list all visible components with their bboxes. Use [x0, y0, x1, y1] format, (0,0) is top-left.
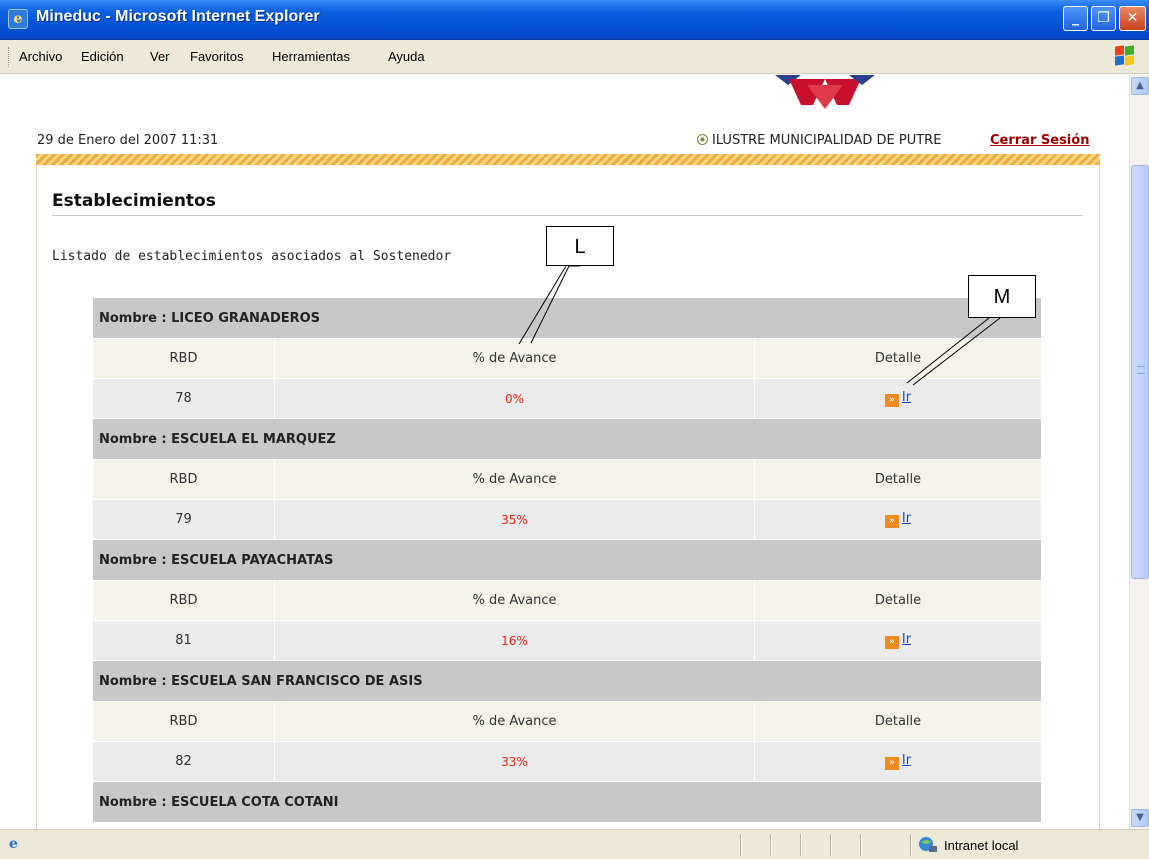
detalle-cell: » Ir	[754, 378, 1042, 419]
rbd-cell: 79	[92, 499, 275, 540]
avance-cell: 0%	[274, 378, 755, 419]
double-arrow-icon[interactable]: »	[884, 515, 899, 528]
avance-cell: 16%	[274, 620, 755, 661]
table-row: 81 16% » Ir	[92, 620, 1042, 661]
column-header-row: RBD % de Avance Detalle	[92, 580, 1042, 621]
restore-button[interactable]: ❐	[1091, 6, 1116, 31]
avance-cell: 33%	[274, 741, 755, 782]
column-header-row: RBD % de Avance Detalle	[92, 701, 1042, 742]
title-divider	[52, 215, 1083, 216]
logout-link[interactable]: Cerrar Sesión	[990, 133, 1089, 148]
windows-logo-icon	[1115, 45, 1135, 66]
avance-header: % de Avance	[274, 459, 755, 500]
status-separator	[740, 834, 741, 856]
establishment-name: Nombre : LICEO GRANADEROS	[92, 297, 1042, 339]
detalle-header: Detalle	[754, 701, 1042, 742]
avance-header: % de Avance	[274, 338, 755, 379]
rbd-header: RBD	[92, 580, 275, 621]
window-title: Mineduc - Microsoft Internet Explorer	[36, 8, 320, 25]
menu-edicion[interactable]: Edición	[81, 49, 124, 64]
toolbar-grip[interactable]	[8, 47, 11, 67]
establishment-name-row: Nombre : ESCUELA COTA COTANI	[92, 781, 1042, 823]
close-button[interactable]: ✕	[1119, 6, 1146, 31]
detalle-cell: » Ir	[754, 620, 1042, 661]
detalle-header: Detalle	[754, 338, 1042, 379]
page-viewport[interactable]: 29 de Enero del 2007 11:31 ILUSTRE MUNIC…	[0, 75, 1129, 829]
rbd-header: RBD	[92, 701, 275, 742]
establishment-name-row: Nombre : ESCUELA SAN FRANCISCO DE ASIS	[92, 660, 1042, 702]
rbd-cell: 82	[92, 741, 275, 782]
ir-link[interactable]: Ir	[902, 390, 911, 405]
establishment-name-row: Nombre : ESCUELA PAYACHATAS	[92, 539, 1042, 581]
ie-icon: e	[8, 9, 28, 29]
detalle-cell: » Ir	[754, 741, 1042, 782]
double-arrow-icon[interactable]: »	[884, 757, 899, 770]
status-separator	[860, 834, 861, 856]
rbd-header: RBD	[92, 338, 275, 379]
menu-herramientas[interactable]: Herramientas	[272, 49, 350, 64]
double-arrow-icon[interactable]: »	[884, 394, 899, 407]
double-arrow-icon[interactable]: »	[884, 636, 899, 649]
rbd-header: RBD	[92, 459, 275, 500]
thumb-grip-icon	[1137, 366, 1145, 374]
ir-link[interactable]: Ir	[902, 511, 911, 526]
ir-link[interactable]: Ir	[902, 753, 911, 768]
menu-bar: Archivo Edición Ver Favoritos Herramient…	[0, 40, 1149, 74]
rbd-cell: 81	[92, 620, 275, 661]
status-separator	[910, 834, 911, 856]
current-datetime: 29 de Enero del 2007 11:31	[37, 133, 219, 148]
ir-link[interactable]: Ir	[902, 632, 911, 647]
security-zone-label: Intranet local	[944, 838, 1019, 853]
establishment-name: Nombre : ESCUELA SAN FRANCISCO DE ASIS	[92, 660, 1042, 702]
minimize-button[interactable]: _	[1063, 6, 1088, 31]
window-title-bar[interactable]: e Mineduc - Microsoft Internet Explorer …	[0, 0, 1149, 40]
scrollbar-thumb[interactable]	[1131, 165, 1149, 579]
status-separator	[800, 834, 801, 856]
status-separator	[770, 834, 771, 856]
status-bar: e Intranet local	[0, 829, 1149, 859]
scroll-down-arrow-icon[interactable]: ▼	[1131, 809, 1149, 827]
table-row: 79 35% » Ir	[92, 499, 1042, 540]
mineduc-logo	[775, 75, 875, 109]
page-status-icon: e	[9, 836, 18, 852]
menu-archivo[interactable]: Archivo	[19, 49, 62, 64]
establishments-table: Nombre : LICEO GRANADEROS RBD % de Avanc…	[92, 297, 1042, 823]
establishment-name: Nombre : ESCUELA PAYACHATAS	[92, 539, 1042, 581]
detalle-cell: » Ir	[754, 499, 1042, 540]
avance-header: % de Avance	[274, 580, 755, 621]
menu-favoritos[interactable]: Favoritos	[190, 49, 243, 64]
establishment-name: Nombre : ESCUELA COTA COTANI	[92, 781, 1042, 823]
table-row: 78 0% » Ir	[92, 378, 1042, 419]
menu-ayuda[interactable]: Ayuda	[388, 49, 425, 64]
page-subtitle: Listado de establecimientos asociados al…	[52, 249, 452, 264]
page-title: Establecimientos	[52, 191, 216, 211]
column-header-row: RBD % de Avance Detalle	[92, 338, 1042, 379]
municipality-name: ILUSTRE MUNICIPALIDAD DE PUTRE	[712, 133, 942, 148]
establishment-name: Nombre : ESCUELA EL MARQUEZ	[92, 418, 1042, 460]
avance-header: % de Avance	[274, 701, 755, 742]
detalle-header: Detalle	[754, 580, 1042, 621]
establishment-name-row: Nombre : LICEO GRANADEROS	[92, 297, 1042, 339]
municipality-label: ILUSTRE MUNICIPALIDAD DE PUTRE	[697, 133, 941, 148]
column-header-row: RBD % de Avance Detalle	[92, 459, 1042, 500]
vertical-scrollbar[interactable]: ▲ ▼	[1129, 75, 1149, 829]
rbd-cell: 78	[92, 378, 275, 419]
scroll-up-arrow-icon[interactable]: ▲	[1131, 77, 1149, 95]
intranet-icon	[919, 837, 937, 852]
header-stripe	[36, 154, 1100, 165]
status-separator	[830, 834, 831, 856]
establishment-name-row: Nombre : ESCUELA EL MARQUEZ	[92, 418, 1042, 460]
menu-ver[interactable]: Ver	[150, 49, 170, 64]
table-row: 82 33% » Ir	[92, 741, 1042, 782]
avance-cell: 35%	[274, 499, 755, 540]
detalle-header: Detalle	[754, 459, 1042, 500]
target-bullet-icon	[697, 134, 708, 145]
annotation-l: L	[546, 226, 614, 266]
annotation-m: M	[968, 275, 1036, 318]
